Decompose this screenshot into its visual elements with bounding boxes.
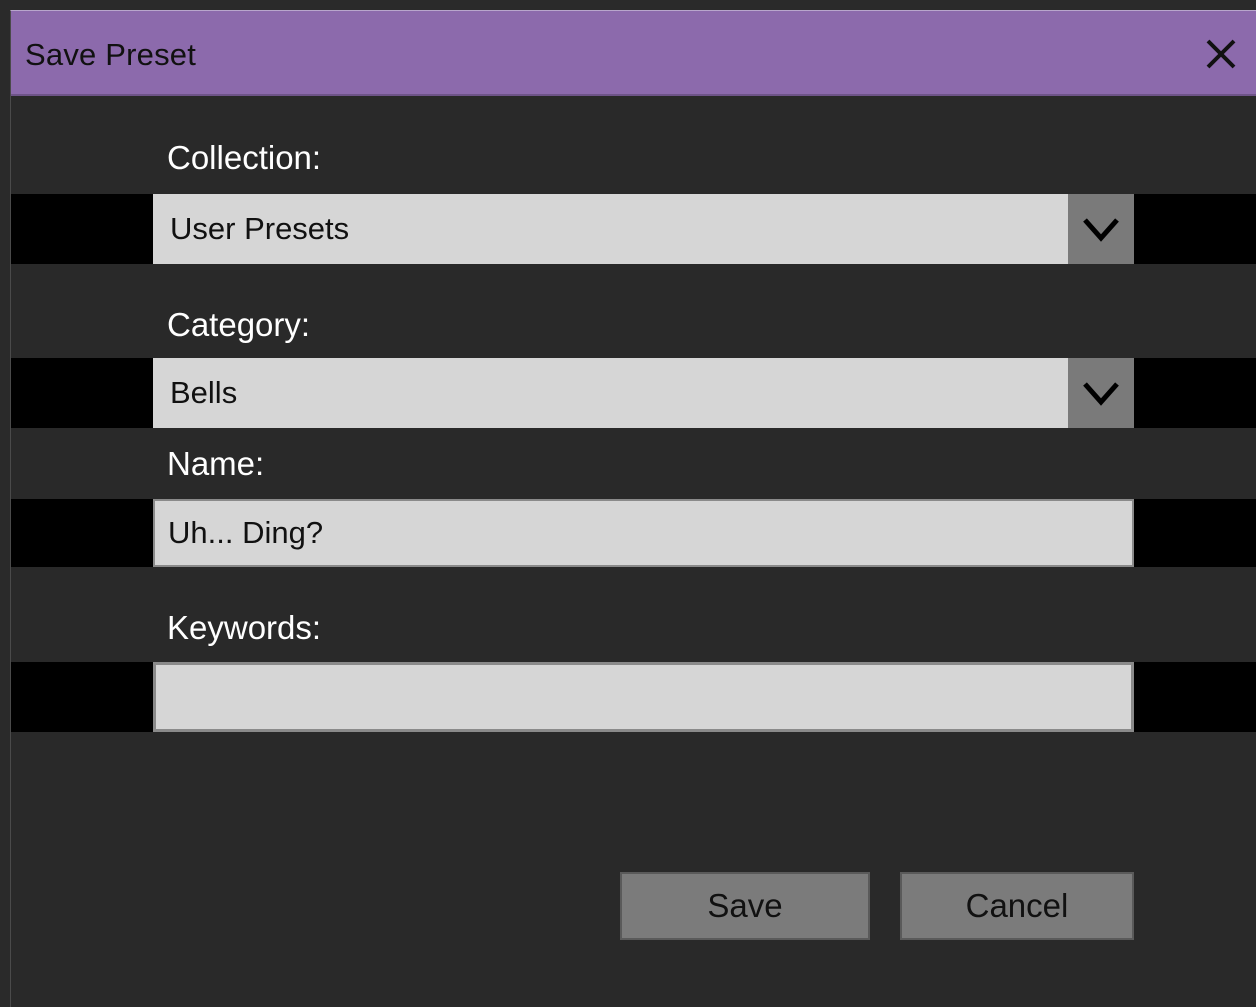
close-button[interactable] [1196,29,1246,79]
chevron-down-icon [1083,218,1119,242]
category-label: Category: [167,306,311,343]
keywords-field[interactable] [153,662,1134,732]
name-field[interactable] [153,499,1134,567]
collection-dropdown-button[interactable] [1068,194,1134,264]
chevron-down-icon [1083,382,1119,406]
name-label: Name: [167,445,265,482]
name-input[interactable] [155,501,1132,565]
category-dropdown[interactable]: Bells [153,358,1134,428]
collection-selected-value: User Presets [170,211,350,246]
keywords-label: Keywords: [167,609,322,646]
close-icon [1206,39,1236,69]
dialog-title: Save Preset [25,37,197,72]
collection-dropdown[interactable]: User Presets [153,194,1134,264]
category-dropdown-button[interactable] [1068,358,1134,428]
category-selected-value: Bells [170,375,238,410]
collection-label: Collection: [167,139,322,176]
save-button[interactable]: Save [620,872,870,940]
cancel-button[interactable]: Cancel [900,872,1134,940]
dialog-titlebar: Save Preset [11,11,1256,96]
keywords-input[interactable] [156,665,1131,729]
save-preset-dialog: Save Preset Collection: User Presets Cat… [10,10,1256,1007]
